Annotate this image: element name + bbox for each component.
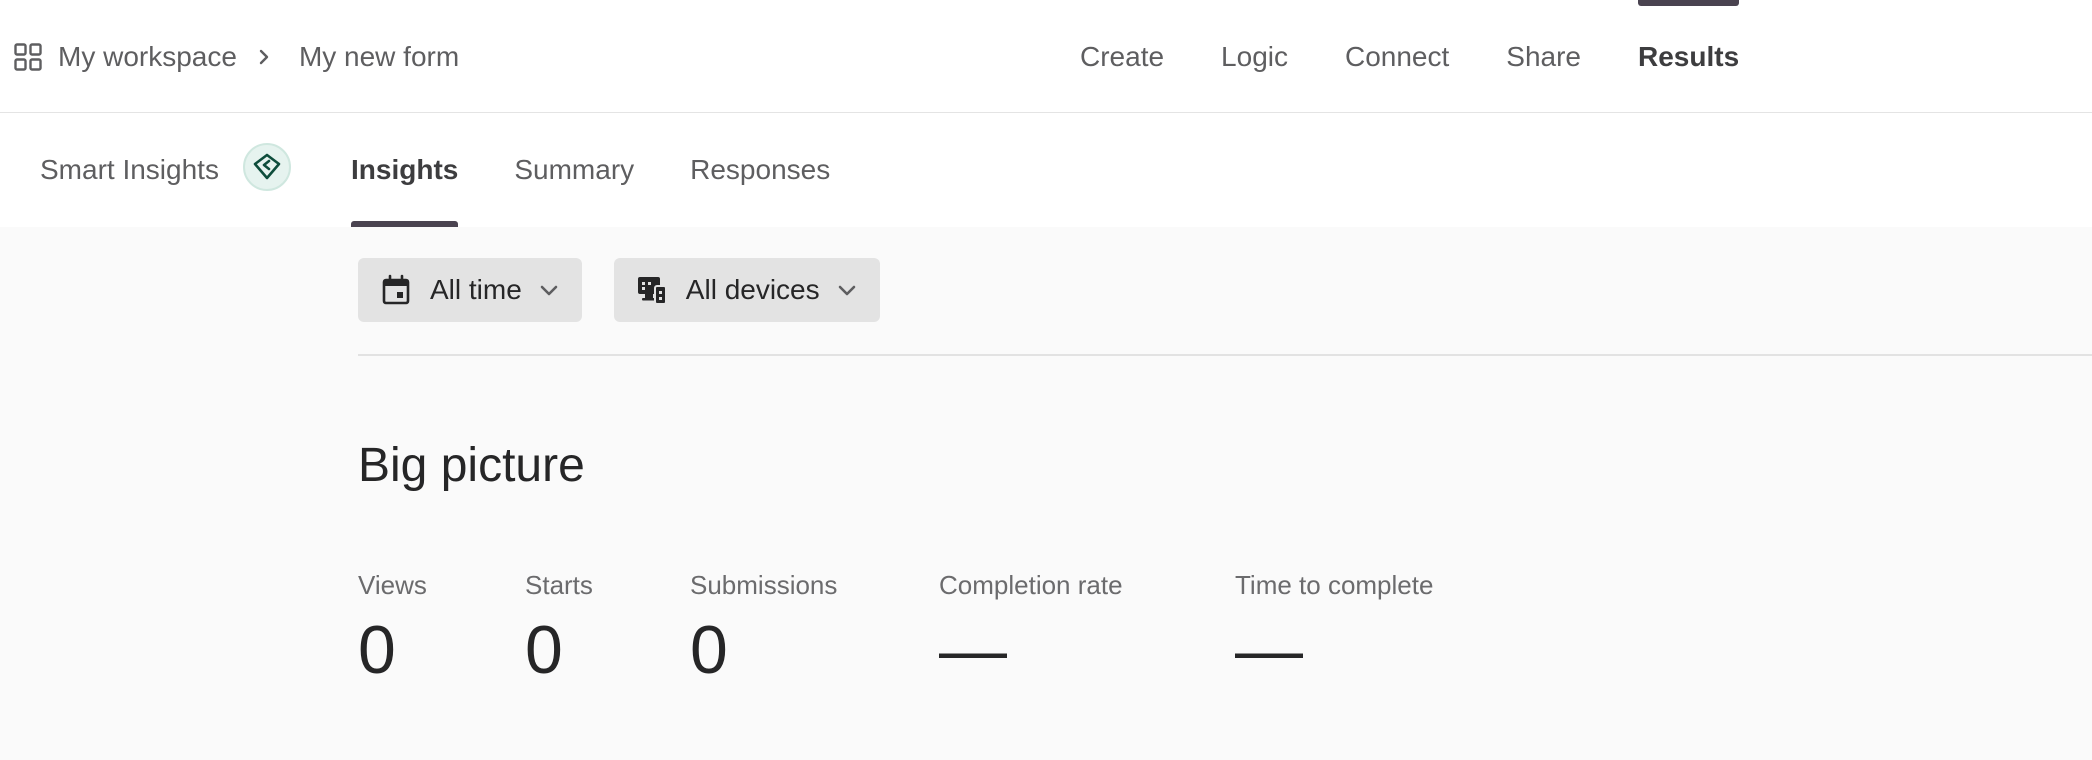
metric-label: Completion rate <box>939 570 1123 600</box>
metric-completion-rate: Completion rate — <box>939 570 1235 684</box>
smart-insights-label: Smart Insights <box>40 154 219 185</box>
metric-value: 0 <box>690 612 728 688</box>
time-filter-dropdown[interactable]: All time <box>358 258 582 322</box>
gem-badge <box>242 143 291 191</box>
metrics-row: Views 0 Starts 0 Submissions 0 Completio… <box>358 570 1535 684</box>
gem-icon <box>253 153 281 180</box>
results-subnav: Smart Insights Insights Summary Response… <box>0 113 2092 227</box>
grid-icon[interactable] <box>14 43 42 71</box>
nav-results[interactable]: Results <box>1638 0 1740 113</box>
chevron-right-icon <box>259 49 269 65</box>
metric-label: Time to complete <box>1235 570 1434 600</box>
nav-share[interactable]: Share <box>1506 0 1581 113</box>
metric-value: 0 <box>358 612 396 688</box>
devices-icon <box>637 277 667 305</box>
device-filter-dropdown[interactable]: All devices <box>613 258 880 322</box>
metric-value: — <box>1235 612 1303 688</box>
top-nav: Create Logic Connect Share Results <box>1080 0 1796 113</box>
metric-label: Starts <box>525 570 593 600</box>
nav-create[interactable]: Create <box>1080 0 1164 113</box>
nav-connect[interactable]: Connect <box>1345 0 1449 113</box>
breadcrumb: My workspace My new form <box>14 36 459 78</box>
chevron-down-icon <box>838 285 855 296</box>
subtabs: Insights Summary Responses <box>351 113 886 227</box>
time-filter-label: All time <box>430 274 522 305</box>
metric-time-to-complete: Time to complete — <box>1235 570 1535 684</box>
metric-value: 0 <box>525 612 563 688</box>
section-title: Big picture <box>358 439 585 492</box>
metric-submissions: Submissions 0 <box>690 570 939 684</box>
breadcrumb-workspace-link[interactable]: My workspace <box>58 41 237 73</box>
tab-insights[interactable]: Insights <box>351 113 459 227</box>
chevron-down-icon <box>540 285 558 296</box>
metric-views: Views 0 <box>358 570 525 684</box>
device-filter-label: All devices <box>685 274 820 305</box>
calendar-icon <box>382 274 410 305</box>
metric-label: Views <box>358 570 427 600</box>
tab-summary[interactable]: Summary <box>514 113 634 227</box>
metric-value: — <box>939 612 1007 688</box>
breadcrumb-form-name[interactable]: My new form <box>299 41 459 73</box>
smart-insights-tab[interactable]: Smart Insights <box>40 143 291 191</box>
nav-logic[interactable]: Logic <box>1221 0 1288 113</box>
top-bar: My workspace My new form Create Logic Co… <box>0 0 2092 113</box>
tab-responses[interactable]: Responses <box>690 113 830 227</box>
filters: All time All devices <box>358 258 912 322</box>
metric-label: Submissions <box>690 570 838 600</box>
metric-starts: Starts 0 <box>525 570 690 684</box>
divider <box>358 354 2092 356</box>
